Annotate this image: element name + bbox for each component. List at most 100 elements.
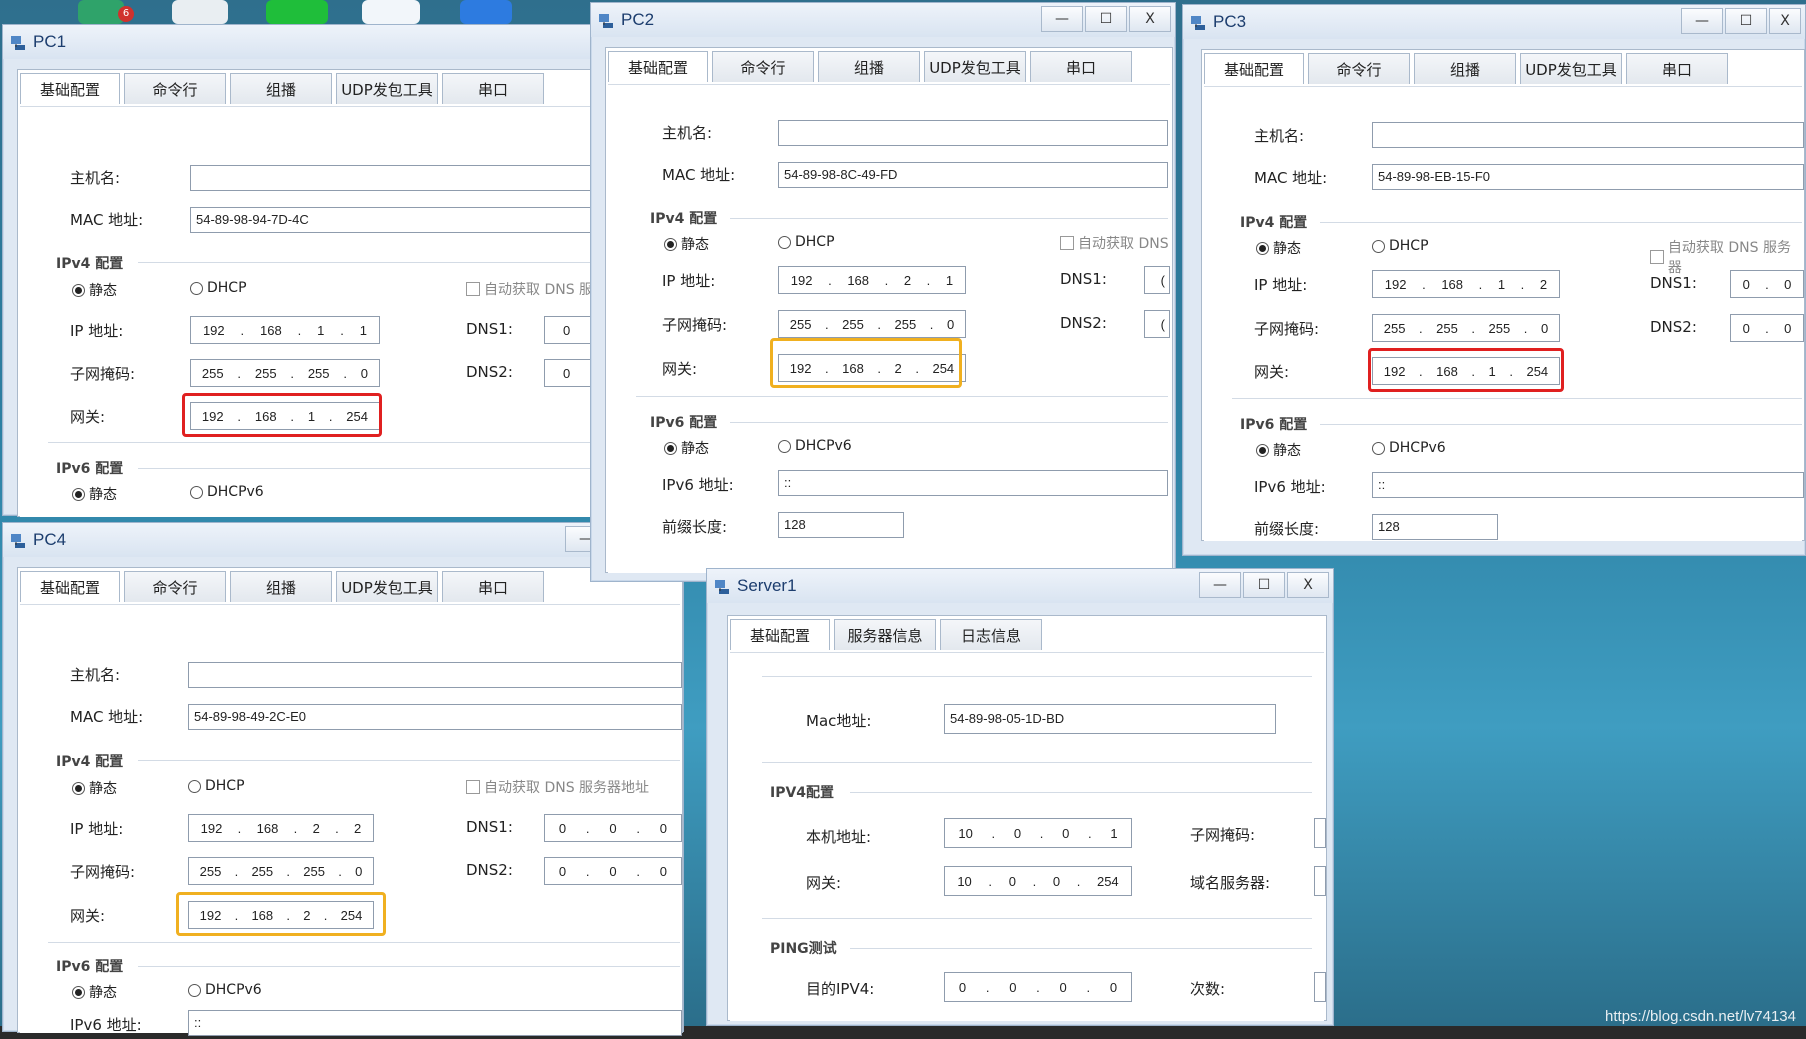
server1-titlebar[interactable]: Server1 — ☐ X [707, 569, 1333, 603]
tab-basic-config[interactable]: 基础配置 [730, 619, 830, 650]
ip-address-field[interactable]: 192. 168. 2. 2 [188, 814, 374, 842]
mac-field[interactable]: 54-89-98-8C-49-FD [778, 162, 1168, 188]
gateway-field[interactable]: 10. 0. 0. 254 [944, 866, 1132, 896]
maximize-button[interactable]: ☐ [1725, 8, 1767, 34]
auto-dns-checkbox[interactable]: 自动获取 DNS [1060, 233, 1169, 253]
tab-udp-tool[interactable]: UDP发包工具 [336, 73, 438, 104]
desktop-chat-icon[interactable] [266, 0, 328, 24]
prefix-length-field[interactable]: 128 [778, 512, 904, 538]
ip-address-field[interactable]: 192. 168. 1. 1 [190, 316, 380, 344]
dhcp-radio[interactable]: DHCP [1372, 238, 1429, 254]
pc2-titlebar[interactable]: PC2 — ☐ X [591, 3, 1175, 37]
hostname-field[interactable] [1372, 122, 1804, 148]
ipv6-address-field[interactable]: :: [778, 470, 1168, 496]
dns1-field[interactable]: ( [1144, 266, 1170, 294]
ipv6-static-radio[interactable]: 静态 [72, 982, 117, 1002]
dns-server-field[interactable] [1314, 866, 1326, 896]
mask-label: 子网掩码: [70, 365, 136, 383]
subnet-mask-field[interactable]: 255. 255. 255. 0 [188, 857, 374, 885]
tab-udp-tool[interactable]: UDP发包工具 [924, 51, 1026, 82]
ip-label: IP 地址: [70, 820, 124, 838]
tab-basic-config[interactable]: 基础配置 [1204, 53, 1304, 84]
tab-basic-config[interactable]: 基础配置 [608, 51, 708, 82]
minimize-button[interactable]: — [1041, 6, 1083, 32]
tab-log-info[interactable]: 日志信息 [940, 619, 1042, 650]
tab-server-info[interactable]: 服务器信息 [834, 619, 936, 650]
ipv6-static-radio[interactable]: 静态 [1256, 440, 1301, 460]
mac-field[interactable]: 54-89-98-49-2C-E0 [188, 704, 682, 730]
static-radio[interactable]: 静态 [72, 778, 117, 798]
mac-field[interactable]: 54-89-98-EB-15-F0 [1372, 164, 1804, 190]
network-server-icon [715, 580, 729, 594]
dhcpv6-radio[interactable]: DHCPv6 [188, 982, 262, 998]
dhcp-radio[interactable]: DHCP [188, 778, 245, 794]
dhcpv6-radio[interactable]: DHCPv6 [778, 438, 852, 454]
mac-field[interactable]: 54-89-98-05-1D-BD [944, 704, 1276, 734]
subnet-mask-field[interactable]: 255. 255. 255. 0 [778, 310, 966, 338]
dns1-field[interactable]: 0.0.0 [544, 814, 682, 842]
tab-serial[interactable]: 串口 [442, 73, 544, 104]
tab-udp-tool[interactable]: UDP发包工具 [336, 571, 438, 602]
auto-dns-checkbox[interactable]: 自动获取 DNS 服务器地址 [466, 777, 649, 797]
prefix-length-field[interactable]: 128 [1372, 514, 1498, 540]
ip-address-field[interactable]: 192. 168. 2. 1 [778, 266, 966, 294]
tab-command-line[interactable]: 命令行 [124, 571, 226, 602]
close-button[interactable]: X [1129, 6, 1171, 32]
ipv6-static-radio[interactable]: 静态 [664, 438, 709, 458]
local-address-field[interactable]: 10. 0. 0. 1 [944, 818, 1132, 848]
count-field[interactable] [1314, 972, 1326, 1002]
hostname-field[interactable] [190, 165, 600, 191]
close-button[interactable]: X [1769, 8, 1801, 34]
dns1-field[interactable]: 0.0 [1730, 270, 1804, 298]
minimize-button[interactable]: — [1681, 8, 1723, 34]
pc3-titlebar[interactable]: PC3 — ☐ X [1183, 5, 1805, 39]
desktop-folder-icon[interactable] [172, 0, 228, 24]
close-button[interactable]: X [1287, 572, 1329, 598]
ipv6-address-field[interactable]: :: [188, 1010, 682, 1036]
static-radio[interactable]: 静态 [72, 280, 117, 300]
dns2-field[interactable]: ( [1144, 310, 1170, 338]
tab-command-line[interactable]: 命令行 [712, 51, 814, 82]
dhcp-radio[interactable]: DHCP [778, 234, 835, 250]
subnet-mask-field[interactable]: 255. 255. 255. 0 [190, 359, 380, 387]
tab-serial[interactable]: 串口 [442, 571, 544, 602]
tab-serial[interactable]: 串口 [1030, 51, 1132, 82]
desktop-browser-icon[interactable] [362, 0, 420, 24]
section-divider [1320, 424, 1802, 425]
mac-field[interactable]: 54-89-98-94-7D-4C [190, 207, 600, 233]
hostname-field[interactable] [778, 120, 1168, 146]
dhcpv6-radio[interactable]: DHCPv6 [190, 484, 264, 500]
tab-command-line[interactable]: 命令行 [124, 73, 226, 104]
tab-multicast[interactable]: 组播 [818, 51, 920, 82]
dhcp-radio[interactable]: DHCP [190, 280, 247, 296]
desktop-app2-icon[interactable] [460, 0, 512, 24]
ipv6-address-field[interactable]: :: [1372, 472, 1804, 498]
dest-ipv4-field[interactable]: 0.0.0.0 [944, 972, 1132, 1002]
ip-address-field[interactable]: 192. 168. 1. 2 [1372, 270, 1560, 298]
tab-multicast[interactable]: 组播 [230, 571, 332, 602]
dns1-label: DNS1: [466, 320, 513, 338]
maximize-button[interactable]: ☐ [1085, 6, 1127, 32]
tab-serial[interactable]: 串口 [1626, 53, 1728, 84]
tab-multicast[interactable]: 组播 [1414, 53, 1516, 84]
dns2-field[interactable]: 0.0.0 [544, 857, 682, 885]
window-controls: — ☐ X [1197, 572, 1329, 598]
pc4-titlebar[interactable]: PC4 — [3, 523, 683, 557]
tab-basic-config[interactable]: 基础配置 [20, 571, 120, 602]
ipv6-static-radio[interactable]: 静态 [72, 484, 117, 504]
pc1-titlebar[interactable]: PC1 [3, 25, 601, 59]
hostname-field[interactable] [188, 662, 682, 688]
dhcpv6-radio[interactable]: DHCPv6 [1372, 440, 1446, 456]
static-radio[interactable]: 静态 [1256, 238, 1301, 258]
subnet-mask-field[interactable]: 255. 255. 255. 0 [1372, 314, 1560, 342]
subnet-mask-field[interactable] [1314, 818, 1326, 848]
dns2-field[interactable]: 0.0 [1730, 314, 1804, 342]
auto-dns-checkbox[interactable]: 自动获取 DNS 服 [466, 279, 593, 299]
static-radio[interactable]: 静态 [664, 234, 709, 254]
maximize-button[interactable]: ☐ [1243, 572, 1285, 598]
tab-udp-tool[interactable]: UDP发包工具 [1520, 53, 1622, 84]
minimize-button[interactable]: — [1199, 572, 1241, 598]
tab-multicast[interactable]: 组播 [230, 73, 332, 104]
tab-basic-config[interactable]: 基础配置 [20, 73, 120, 104]
tab-command-line[interactable]: 命令行 [1308, 53, 1410, 84]
